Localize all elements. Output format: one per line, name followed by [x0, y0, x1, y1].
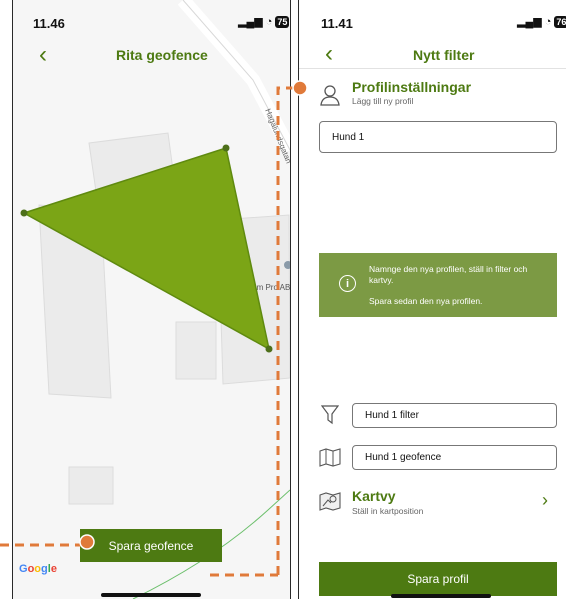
geofence-map-icon: [319, 448, 341, 467]
filter-icon: [321, 405, 339, 425]
info-icon: i: [339, 275, 356, 292]
page-title: Rita geofence: [116, 47, 208, 63]
save-profile-button[interactable]: Spara profil: [319, 562, 557, 596]
geofence-vertex[interactable]: [20, 209, 28, 217]
header-divider: [299, 68, 566, 69]
mapview-title: Kartvy: [352, 488, 396, 504]
wifi-icon: ◔: [265, 15, 273, 28]
geofence-screen: Hagalundsgatan Mobilcom Pro AB 11.46 ▂▄▆…: [12, 0, 291, 599]
mapview-subtitle: Ställ in kartposition: [352, 506, 424, 516]
info-box: i Namnge den nya profilen, ställ in filt…: [319, 253, 557, 317]
back-button[interactable]: ‹: [39, 43, 47, 67]
save-geofence-button[interactable]: Spara geofence: [80, 529, 222, 562]
new-filter-screen: 11.41 ▂▄▆ ◔ 76 ‹ Nytt filter Profilinstä…: [298, 0, 566, 599]
geofence-vertex[interactable]: [265, 345, 273, 353]
map-position-icon: [319, 492, 341, 511]
wifi-icon: ◔: [544, 15, 552, 28]
geofence-vertex[interactable]: [222, 144, 230, 152]
google-logo: Google: [19, 563, 57, 575]
signal-icon: ▂▄▆: [517, 16, 542, 28]
info-text-primary: Namnge den nya profilen, ställ in filter…: [369, 264, 528, 285]
profile-name-input[interactable]: Hund 1: [319, 121, 557, 153]
status-icons: ▂▄▆ ◔ 75: [238, 15, 290, 28]
profile-section-title: Profilinställningar: [352, 79, 472, 95]
status-time: 11.46: [33, 16, 65, 31]
filter-select[interactable]: Hund 1 filter: [352, 403, 557, 428]
geofence-select[interactable]: Hund 1 geofence: [352, 445, 557, 470]
profile-icon: [320, 85, 340, 106]
status-icons: ▂▄▆ ◔ 76: [517, 15, 566, 28]
page-title: Nytt filter: [413, 47, 475, 63]
signal-icon: ▂▄▆: [238, 16, 263, 28]
map-view[interactable]: Hagalundsgatan Mobilcom Pro AB: [13, 0, 290, 599]
home-indicator: [391, 594, 491, 598]
info-text-secondary: Spara sedan den nya profilen.: [369, 296, 483, 306]
home-indicator: [101, 593, 201, 597]
chevron-right-icon: ›: [542, 490, 548, 510]
back-button[interactable]: ‹: [325, 42, 333, 66]
battery-icon: 76: [554, 15, 566, 28]
status-time: 11.41: [321, 16, 353, 31]
battery-icon: 75: [275, 15, 290, 28]
profile-section-subtitle: Lägg till ny profil: [352, 96, 414, 106]
